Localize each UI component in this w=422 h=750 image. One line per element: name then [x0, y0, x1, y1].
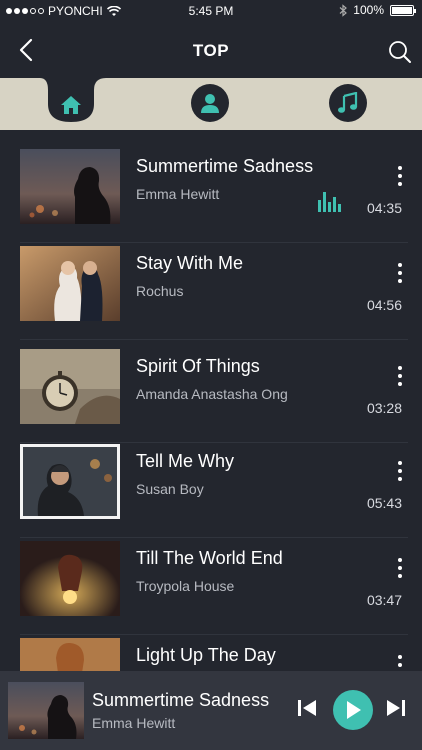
- status-bar: PYONCHI 5:45 PM 100%: [0, 0, 422, 22]
- play-button[interactable]: [333, 690, 373, 730]
- song-title: Till The World End: [136, 548, 283, 568]
- song-artist: Susan Boy: [136, 481, 204, 497]
- equalizer-icon: [318, 192, 341, 212]
- category-tabs: [0, 74, 422, 132]
- song-row[interactable]: Tell Me Why Susan Boy 05:43: [20, 441, 408, 538]
- nav-bar: TOP: [0, 22, 422, 78]
- tab-music[interactable]: [329, 84, 367, 122]
- now-playing-bar: Summertime Sadness Emma Hewitt: [0, 671, 422, 750]
- song-duration: 05:43: [366, 495, 402, 511]
- song-artist: Troypola House: [136, 578, 235, 594]
- next-track-icon[interactable]: [386, 699, 406, 717]
- more-options-icon[interactable]: [396, 461, 404, 481]
- person-icon: [201, 94, 219, 113]
- song-row[interactable]: Till The World End Troypola House 03:47: [20, 538, 408, 635]
- song-artist: Emma Hewitt: [136, 186, 220, 202]
- battery-percent: 100%: [353, 3, 384, 17]
- page-title: TOP: [192, 41, 230, 60]
- song-duration: 03:28: [366, 400, 402, 416]
- home-icon: [61, 96, 81, 114]
- battery-icon: [390, 4, 416, 16]
- song-title: Stay With Me: [136, 253, 244, 273]
- song-duration: 04:56: [366, 297, 402, 313]
- music-note-icon: [338, 92, 358, 113]
- tab-artist[interactable]: [191, 84, 229, 122]
- now-playing-artist: Emma Hewitt: [92, 715, 176, 731]
- album-art-image: [20, 349, 120, 424]
- song-title: Light Up The Day: [136, 645, 276, 665]
- more-options-icon[interactable]: [396, 366, 404, 386]
- album-art-image: [20, 444, 120, 519]
- song-row[interactable]: Summertime Sadness Emma Hewitt 04:35: [20, 146, 408, 243]
- more-options-icon[interactable]: [396, 558, 404, 578]
- album-art-image: [20, 541, 120, 616]
- song-row[interactable]: Spirit Of Things Amanda Anastasha Ong 03…: [20, 346, 408, 443]
- song-row[interactable]: Stay With Me Rochus 04:56: [20, 243, 408, 340]
- more-options-icon[interactable]: [396, 166, 404, 186]
- status-right: 100%: [339, 3, 416, 17]
- album-art-image: [20, 246, 120, 321]
- bluetooth-icon: [339, 3, 348, 17]
- song-artist: Rochus: [136, 283, 184, 299]
- search-icon[interactable]: [388, 40, 412, 64]
- song-artist: Amanda Anastasha Ong: [136, 386, 288, 402]
- more-options-icon[interactable]: [396, 263, 404, 283]
- now-playing-art: [8, 682, 84, 739]
- play-icon: [347, 701, 361, 719]
- album-art-image: [20, 149, 120, 224]
- song-duration: 04:35: [366, 200, 402, 216]
- song-title: Spirit Of Things: [136, 356, 260, 376]
- previous-track-icon[interactable]: [297, 699, 317, 717]
- song-title: Tell Me Why: [136, 451, 235, 471]
- song-duration: 03:47: [366, 592, 402, 608]
- song-title: Summertime Sadness: [136, 156, 314, 176]
- now-playing-title: Summertime Sadness: [92, 690, 270, 710]
- tab-home[interactable]: [52, 86, 90, 124]
